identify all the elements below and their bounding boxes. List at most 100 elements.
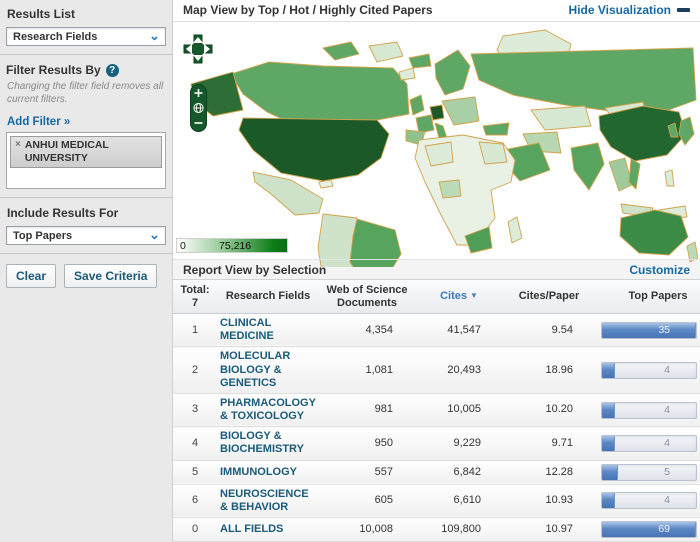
- row-docs: 10,008: [319, 517, 415, 542]
- sidebar-divider: [0, 54, 172, 55]
- map-pan-control[interactable]: [181, 32, 215, 66]
- top-papers-bar: 5: [601, 463, 697, 481]
- results-list-select[interactable]: Research Fields ⌄: [6, 27, 166, 46]
- table-row: 0 ALL FIELDS 10,008 109,800 10.97 69: [173, 517, 700, 542]
- filter-by-heading: Filter Results By ?: [6, 63, 166, 77]
- row-rank: 6: [173, 484, 217, 519]
- filter-tag[interactable]: × ANHUI MEDICAL UNIVERSITY: [10, 136, 162, 169]
- sidebar-divider: [0, 197, 172, 198]
- top-papers-bar-fill: [602, 435, 616, 451]
- top-papers-bar: 4: [601, 434, 697, 452]
- top-papers-bar: 4: [601, 492, 697, 510]
- top-papers-bar: 4: [601, 401, 697, 419]
- sidebar-divider: [0, 253, 172, 254]
- top-papers-value: 4: [664, 436, 670, 449]
- filter-by-label: Filter Results By: [6, 63, 101, 77]
- column-cites-per-paper[interactable]: Cites/Paper: [503, 280, 595, 314]
- row-rank: 0: [173, 517, 217, 542]
- chevron-down-icon: ⌄: [149, 28, 160, 43]
- total-header: Total: 7: [173, 280, 217, 314]
- row-cites-per-paper: 12.28: [503, 460, 595, 485]
- hide-visualization-link[interactable]: Hide Visualization: [569, 3, 690, 17]
- field-link[interactable]: IMMUNOLOGY: [220, 466, 297, 478]
- row-cites: 10,005: [415, 393, 503, 428]
- field-link[interactable]: ALL FIELDS: [220, 523, 283, 535]
- remove-filter-icon[interactable]: ×: [15, 139, 21, 164]
- top-papers-value: 35: [658, 323, 670, 336]
- top-papers-bar-fill: [602, 362, 616, 378]
- include-results-select[interactable]: Top Papers ⌄: [6, 226, 166, 245]
- legend-min-value: 0: [180, 239, 186, 252]
- top-papers-value: 4: [664, 403, 670, 416]
- row-docs: 950: [319, 426, 415, 461]
- top-papers-value: 5: [664, 465, 670, 478]
- row-cites-per-paper: 10.20: [503, 393, 595, 428]
- row-cites-per-paper: 9.71: [503, 426, 595, 461]
- row-cites: 9,229: [415, 426, 503, 461]
- row-rank: 5: [173, 460, 217, 485]
- row-cites: 41,547: [415, 313, 503, 348]
- row-cites: 20,493: [415, 346, 503, 394]
- sort-arrow-icon[interactable]: ▼: [470, 291, 478, 301]
- report-table: Total: 7 Research Fields Web of Science …: [173, 280, 700, 542]
- table-row: 1 CLINICAL MEDICINE 4,354 41,547 9.54 35: [173, 313, 700, 348]
- field-link[interactable]: CLINICAL MEDICINE: [220, 317, 274, 342]
- total-value: 7: [191, 296, 199, 309]
- row-cites: 6,610: [415, 484, 503, 519]
- esi-app: Results List Research Fields ⌄ Filter Re…: [0, 0, 700, 542]
- top-papers-bar: 35: [601, 321, 697, 339]
- row-cites: 6,842: [415, 460, 503, 485]
- report-table-body: 1 CLINICAL MEDICINE 4,354 41,547 9.54 35…: [173, 313, 700, 542]
- results-list-heading: Results List: [7, 7, 76, 21]
- table-row: 2 MOLECULAR BIOLOGY & GENETICS 1,081 20,…: [173, 346, 700, 394]
- field-link[interactable]: BIOLOGY & BIOCHEMISTRY: [220, 430, 304, 455]
- column-cites[interactable]: Cites ▼: [415, 280, 503, 314]
- filter-tag-label: ANHUI MEDICAL UNIVERSITY: [24, 139, 109, 164]
- chevron-down-icon: ⌄: [149, 227, 160, 242]
- top-papers-bar-fill: [602, 402, 616, 418]
- top-papers-value: 69: [658, 523, 670, 535]
- row-rank: 4: [173, 426, 217, 461]
- field-link[interactable]: PHARMACOLOGY & TOXICOLOGY: [220, 397, 316, 422]
- row-cites-per-paper: 18.96: [503, 346, 595, 394]
- field-link[interactable]: MOLECULAR BIOLOGY & GENETICS: [220, 350, 290, 388]
- filter-note: Changing the filter field removes all cu…: [7, 81, 164, 105]
- row-cites-per-paper: 9.54: [503, 313, 595, 348]
- add-filter-link[interactable]: Add Filter »: [7, 116, 70, 128]
- column-wos-documents[interactable]: Web of Science Documents: [319, 280, 415, 314]
- cites-sort-label[interactable]: Cites: [440, 290, 467, 302]
- filter-list-box: × ANHUI MEDICAL UNIVERSITY: [6, 132, 166, 189]
- row-docs: 605: [319, 484, 415, 519]
- row-docs: 1,081: [319, 346, 415, 394]
- map-visualization[interactable]: [173, 21, 700, 267]
- map-zoom-control[interactable]: [190, 83, 207, 132]
- map-header: Map View by Top / Hot / Highly Cited Pap…: [173, 0, 700, 22]
- collapse-minus-icon: [677, 8, 690, 13]
- top-papers-bar-fill: [602, 522, 696, 537]
- column-research-fields[interactable]: Research Fields: [217, 280, 319, 314]
- include-results-heading: Include Results For: [7, 206, 119, 220]
- legend-max-value: 75,216: [219, 239, 252, 252]
- table-row: 6 NEUROSCIENCE & BEHAVIOR 605 6,610 10.9…: [173, 484, 700, 519]
- results-list-selected-value: Research Fields: [13, 30, 98, 43]
- row-cites-per-paper: 10.97: [503, 517, 595, 542]
- hide-visualization-label: Hide Visualization: [568, 3, 671, 18]
- row-rank: 3: [173, 393, 217, 428]
- include-results-selected-value: Top Papers: [13, 229, 73, 242]
- row-cites: 109,800: [415, 517, 503, 542]
- top-papers-value: 4: [664, 494, 670, 507]
- top-papers-bar: 69: [601, 521, 697, 538]
- field-link[interactable]: NEUROSCIENCE & BEHAVIOR: [220, 488, 309, 513]
- table-row: 3 PHARMACOLOGY & TOXICOLOGY 981 10,005 1…: [173, 393, 700, 428]
- row-docs: 4,354: [319, 313, 415, 348]
- help-icon[interactable]: ?: [105, 63, 119, 77]
- save-criteria-button[interactable]: Save Criteria: [64, 264, 158, 288]
- table-row: 4 BIOLOGY & BIOCHEMISTRY 950 9,229 9.71 …: [173, 426, 700, 461]
- row-docs: 557: [319, 460, 415, 485]
- top-papers-bar-fill: [602, 493, 616, 509]
- column-top-papers[interactable]: Top Papers: [595, 280, 700, 314]
- map-view-title: Map View by Top / Hot / Highly Cited Pap…: [183, 3, 433, 18]
- clear-button[interactable]: Clear: [6, 264, 57, 288]
- sidebar: Results List Research Fields ⌄ Filter Re…: [0, 0, 173, 542]
- top-papers-bar: 4: [601, 361, 697, 379]
